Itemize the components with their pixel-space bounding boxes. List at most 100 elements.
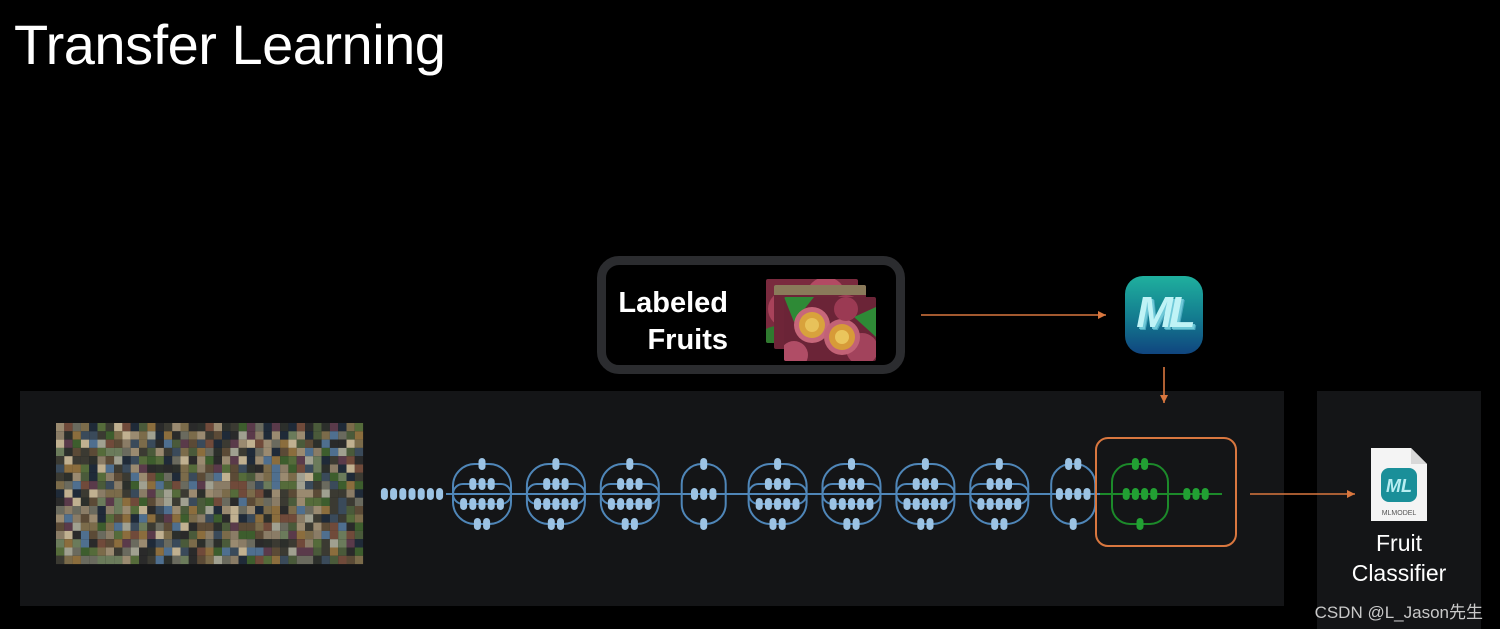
network-node [995, 498, 1003, 510]
network-node [496, 498, 504, 510]
network-node [977, 498, 985, 510]
network-node [931, 478, 939, 490]
network-node [644, 498, 652, 510]
network-node [1074, 458, 1082, 470]
network-node [774, 498, 782, 510]
network-node [848, 478, 855, 490]
network-node [838, 498, 846, 510]
network-node [921, 458, 929, 470]
network-node [635, 498, 643, 510]
input-node [436, 488, 444, 500]
retrained-output-node [1201, 488, 1209, 500]
network-node [778, 518, 786, 530]
retrained-node [1150, 488, 1158, 500]
input-node [399, 488, 407, 500]
network-node [843, 518, 851, 530]
network-node [1074, 488, 1082, 500]
network-node [838, 478, 846, 490]
network-node [783, 478, 791, 490]
network-node [848, 458, 855, 470]
network-node [543, 498, 551, 510]
network-node [912, 498, 920, 510]
retrained-output-node [1183, 488, 1191, 500]
arrow-trainer-to-layer-head [1160, 395, 1168, 403]
network-node [483, 518, 491, 530]
input-node [380, 488, 388, 500]
network-node [921, 498, 929, 510]
network-node [534, 498, 541, 510]
network-node [903, 498, 911, 510]
arrow-data-to-trainer-head [1098, 311, 1106, 319]
network-node [552, 498, 560, 510]
input-node [390, 488, 398, 500]
network-node [829, 498, 837, 510]
network-node [691, 488, 698, 500]
network-node [621, 518, 629, 530]
retrained-node [1122, 488, 1130, 500]
network-node [469, 478, 477, 490]
network-node [940, 498, 948, 510]
network-node [617, 498, 625, 510]
network-node [547, 518, 555, 530]
network-node [626, 478, 634, 490]
network-node [626, 498, 634, 510]
network-node [857, 498, 865, 510]
arrow-model-to-output-head [1347, 490, 1355, 498]
network-node [857, 478, 865, 490]
network-node [764, 478, 772, 490]
network-node [1069, 518, 1077, 530]
network-node [769, 518, 777, 530]
network-node [852, 518, 860, 530]
watermark: CSDN @L_Jason先生 [1314, 603, 1483, 622]
network-node [783, 498, 791, 510]
network-node [617, 478, 625, 490]
network-node [487, 478, 495, 490]
network-node [607, 498, 615, 510]
network-node [552, 478, 560, 490]
network-node [700, 488, 708, 500]
network-node [552, 458, 560, 470]
network-node [561, 498, 569, 510]
network-node [1014, 498, 1022, 510]
input-node [408, 488, 416, 500]
input-node [426, 488, 434, 500]
network-node [774, 478, 782, 490]
network-node [986, 498, 994, 510]
network-node [630, 518, 638, 530]
network-node [478, 498, 486, 510]
network-node [635, 478, 643, 490]
network-node [792, 498, 800, 510]
network-node [478, 478, 486, 490]
network-node [921, 478, 929, 490]
network-node [626, 458, 634, 470]
network-node [774, 458, 782, 470]
network-node [1000, 518, 1008, 530]
input-node [417, 488, 425, 500]
network-node [1055, 488, 1063, 500]
network-node [700, 458, 708, 470]
retrained-node [1136, 518, 1144, 530]
network-node [469, 498, 477, 510]
network-node [1065, 488, 1073, 500]
network-node [926, 518, 934, 530]
network-diagram [380, 311, 1355, 547]
network-node [848, 498, 855, 510]
network-node [1083, 488, 1091, 500]
network-node [709, 488, 717, 500]
network-node [866, 498, 874, 510]
network-node [478, 458, 486, 470]
network-node [995, 458, 1003, 470]
retrained-layer-highlight [1095, 437, 1237, 547]
network-node [912, 478, 920, 490]
retrained-node [1131, 488, 1139, 500]
network-node [561, 478, 569, 490]
retrained-node [1131, 458, 1139, 470]
network-node [917, 518, 925, 530]
retrained-output-node [1192, 488, 1200, 500]
network-node [1005, 498, 1012, 510]
network-node [991, 518, 999, 530]
network-node [543, 478, 551, 490]
network-node [473, 518, 481, 530]
network-node [1005, 478, 1012, 490]
network-node [487, 498, 495, 510]
